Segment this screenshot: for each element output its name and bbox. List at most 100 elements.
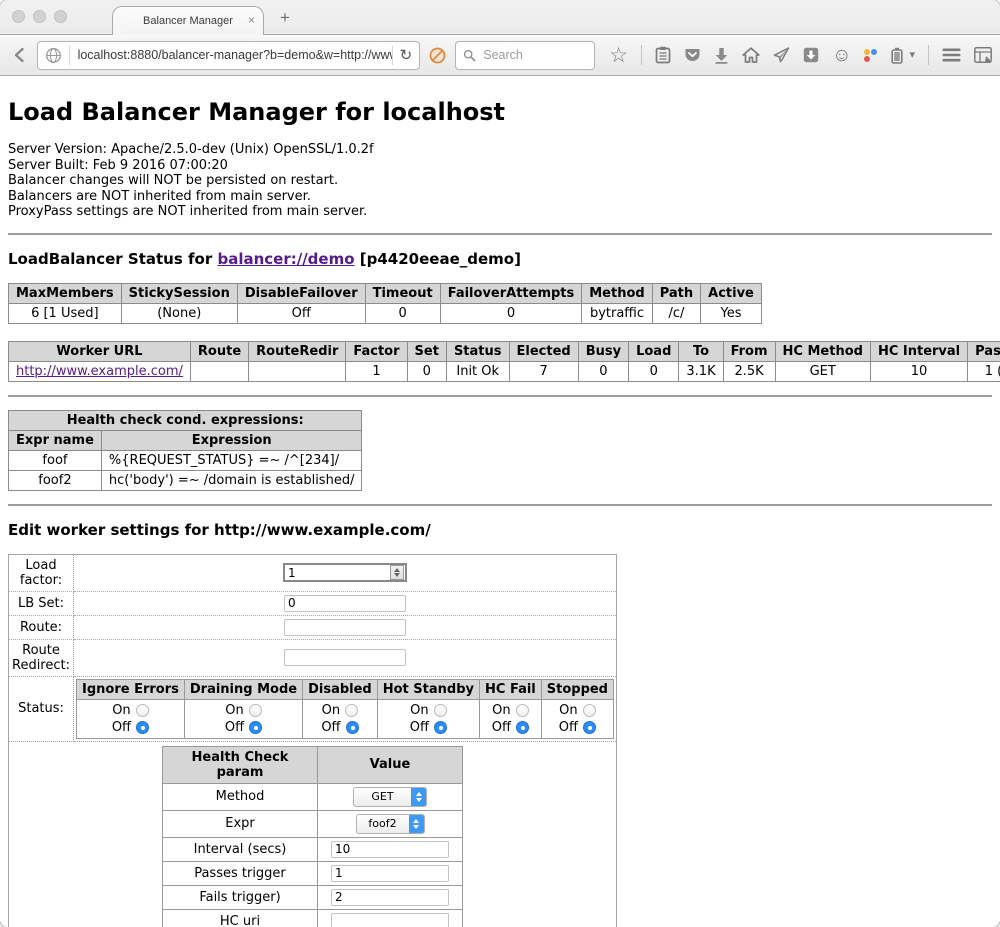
radio-on[interactable] <box>345 704 358 717</box>
window-minimize-button[interactable] <box>33 10 46 23</box>
cell-stickysession: (None) <box>121 303 237 323</box>
worker-url-link[interactable]: http://www.example.com/ <box>16 364 183 379</box>
pages-icon[interactable] <box>974 47 992 63</box>
blocked-icon[interactable] <box>428 46 447 65</box>
bookmark-star-icon[interactable]: ☆ <box>609 45 628 66</box>
radio-on[interactable] <box>516 704 529 717</box>
radio-off-selected[interactable] <box>434 721 447 734</box>
radio-off-selected[interactable] <box>583 721 596 734</box>
off-label: Off <box>225 719 244 736</box>
search-input[interactable] <box>481 47 594 63</box>
cell-factor: 1 <box>346 361 407 381</box>
color-dots-icon[interactable] <box>864 49 878 62</box>
hc-param-row-expr: Expr foof2 <box>163 810 463 837</box>
column-header: Factor <box>346 341 407 361</box>
download-icon[interactable] <box>714 47 729 64</box>
worker-row: http://www.example.com/ 1 0 Init Ok 7 0 … <box>9 361 1000 381</box>
window-zoom-button[interactable] <box>54 10 67 23</box>
save-box-icon[interactable] <box>803 47 819 63</box>
tab-close-icon[interactable]: × <box>248 13 255 27</box>
column-header: Busy <box>578 341 628 361</box>
interval-label: Interval (secs) <box>163 837 318 861</box>
cell-disablefailover: Off <box>237 303 365 323</box>
toolbar-icons: ☆ ☺ <box>609 45 992 66</box>
status-cell-disabled: On Off <box>303 699 378 738</box>
cell-routeredir <box>249 361 346 381</box>
column-header: FailoverAttempts <box>440 283 582 303</box>
hc-params-header-row: Health Check param Value <box>163 746 463 783</box>
edit-worker-heading: Edit worker settings for http://www.exam… <box>8 521 992 539</box>
number-stepper-icon[interactable] <box>390 565 404 580</box>
home-icon[interactable] <box>742 47 760 63</box>
form-row-route-redirect: Route Redirect: <box>9 639 617 676</box>
hc-expressions-title: Health check cond. expressions: <box>9 410 362 430</box>
status-header-row: Ignore Errors Draining Mode Disabled Hot… <box>77 679 614 699</box>
column-header: From <box>723 341 775 361</box>
table-header-row: MaxMembers StickySession DisableFailover… <box>9 283 762 303</box>
off-label: Off <box>492 719 511 736</box>
cell-expression: hc('body') =~ /domain is established/ <box>101 470 362 490</box>
site-identity[interactable] <box>38 42 69 69</box>
url-bar[interactable]: localhost:8880/balancer-manager?b=demo&w… <box>37 41 421 70</box>
radio-off-selected[interactable] <box>249 721 262 734</box>
column-header: MaxMembers <box>9 283 122 303</box>
caret-down-icon[interactable]: ▾ <box>909 50 915 61</box>
load-factor-value: 1 <box>285 566 390 580</box>
send-icon[interactable] <box>773 47 790 63</box>
hc-expressions-table: Health check cond. expressions: Expr nam… <box>8 410 362 491</box>
loadbalancer-status-heading: LoadBalancer Status for balancer://demo … <box>8 250 992 268</box>
window-close-button[interactable] <box>12 10 25 23</box>
column-header: Elected <box>509 341 578 361</box>
pocket-icon[interactable] <box>684 47 701 63</box>
lb-set-label: LB Set: <box>9 591 74 615</box>
cell-load: 0 <box>629 361 679 381</box>
menu-icon[interactable] <box>942 48 961 62</box>
route-input[interactable] <box>284 619 406 636</box>
smiley-icon[interactable]: ☺ <box>832 46 851 65</box>
radio-on[interactable] <box>434 704 447 717</box>
info-line: ProxyPass settings are NOT inherited fro… <box>8 204 992 220</box>
hc-param-row-fails: Fails trigger) <box>163 885 463 909</box>
column-header: Route <box>190 341 248 361</box>
route-redirect-input[interactable] <box>284 649 406 666</box>
radio-on[interactable] <box>136 704 149 717</box>
reload-icon[interactable]: ↻ <box>393 42 420 69</box>
url-text[interactable]: localhost:8880/balancer-manager?b=demo&w… <box>70 48 392 62</box>
back-icon[interactable] <box>8 42 33 68</box>
balancer-demo-link[interactable]: balancer://demo <box>217 250 354 268</box>
expr-select[interactable]: foof2 <box>356 814 425 834</box>
toolbar-divider <box>641 45 642 65</box>
radio-on[interactable] <box>583 704 596 717</box>
on-label: On <box>492 702 510 719</box>
page-title: Load Balancer Manager for localhost <box>8 98 992 126</box>
load-factor-input[interactable]: 1 <box>283 563 407 582</box>
new-tab-button[interactable]: + <box>280 8 290 28</box>
fails-input[interactable] <box>331 889 449 906</box>
column-header: Value <box>318 746 463 783</box>
method-select[interactable]: GET <box>353 787 427 807</box>
server-info: Server Version: Apache/2.5.0-dev (Unix) … <box>8 142 992 220</box>
cell-from: 2.5K <box>723 361 775 381</box>
interval-input[interactable] <box>331 841 449 858</box>
column-header: Hot Standby <box>377 679 479 699</box>
expr-select-value: foof2 <box>357 817 409 830</box>
battery-icon[interactable] <box>891 47 903 64</box>
column-header: Active <box>701 283 762 303</box>
radio-off-selected[interactable] <box>516 721 529 734</box>
search-bar[interactable] <box>455 41 595 70</box>
radio-on[interactable] <box>249 704 262 717</box>
heading-suffix: [p4420eeae_demo] <box>355 250 521 268</box>
select-arrows-icon <box>409 815 424 833</box>
radio-off-selected[interactable] <box>346 721 359 734</box>
cell-expr-name: foof2 <box>9 470 102 490</box>
hc-uri-input[interactable] <box>331 913 449 927</box>
hc-param-row-hc-uri: HC uri <box>163 909 463 927</box>
table-row: 6 [1 Used] (None) Off 0 0 bytraffic /c/ … <box>9 303 762 323</box>
off-label: Off <box>112 719 131 736</box>
radio-off-selected[interactable] <box>136 721 149 734</box>
lb-set-input[interactable] <box>284 595 406 612</box>
tab-bar: Balancer Manager × + <box>0 0 1000 35</box>
passes-input[interactable] <box>331 865 449 882</box>
clipboard-icon[interactable] <box>655 46 671 64</box>
tab-balancer-manager[interactable]: Balancer Manager × <box>112 6 264 35</box>
